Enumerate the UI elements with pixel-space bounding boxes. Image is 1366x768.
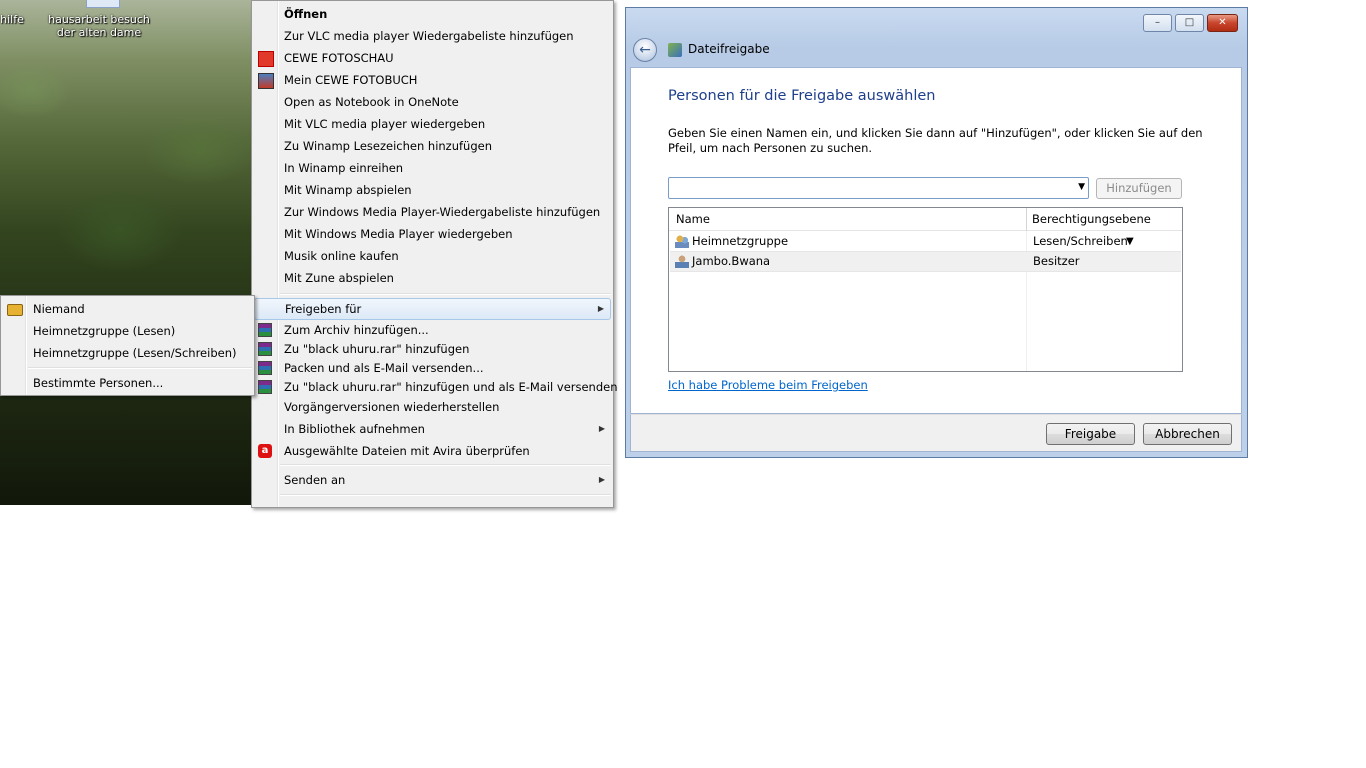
menu-item-wmp-play[interactable]: Mit Windows Media Player wiedergeben <box>254 223 611 245</box>
cewe-fotobuch-icon <box>258 73 274 89</box>
table-row-owner[interactable]: Jambo.Bwana Besitzer <box>670 251 1181 272</box>
row-permission[interactable]: Lesen/Schreiben <box>1033 232 1128 251</box>
menu-item-send-to[interactable]: Senden an ▶ <box>254 469 611 491</box>
menu-item-zune-play[interactable]: Mit Zune abspielen <box>254 267 611 289</box>
desktop-icon-label-hausarbeit[interactable]: hausarbeit besuch der alten dame <box>42 13 156 39</box>
menu-separator <box>280 293 611 295</box>
permissions-list: Name Berechtigungsebene Heimnetzgruppe L… <box>668 207 1183 372</box>
share-button[interactable]: Freigabe <box>1046 423 1135 445</box>
submenu-arrow-icon: ▶ <box>598 475 605 484</box>
column-header-permission[interactable]: Berechtigungsebene <box>1027 208 1182 231</box>
close-button[interactable]: ✕ <box>1207 14 1238 32</box>
dialog-instruction: Geben Sie einen Namen ein, und klicken S… <box>668 126 1203 155</box>
column-header-name[interactable]: Name <box>669 208 1026 231</box>
desktop-icon-label-hilfe[interactable]: hilfe <box>0 13 24 26</box>
menu-item-restore-versions[interactable]: Vorgängerversionen wiederherstellen <box>254 396 611 418</box>
menu-item-include-library[interactable]: In Bibliothek aufnehmen ▶ <box>254 418 611 440</box>
winrar-icon <box>258 323 272 337</box>
submenu-arrow-icon: ▶ <box>597 304 604 313</box>
menu-separator <box>280 494 611 496</box>
menu-item-wmp-playlist[interactable]: Zur Windows Media Player-Wiedergabeliste… <box>254 201 611 223</box>
menu-item-oeffnen[interactable]: Öffnen <box>254 3 611 25</box>
lock-icon <box>7 304 23 316</box>
permission-dropdown-arrow-icon[interactable]: ▼ <box>1126 232 1134 251</box>
person-name-input[interactable] <box>669 178 1077 198</box>
context-menu: Öffnen Zur VLC media player Wiedergabeli… <box>251 0 618 508</box>
menu-item-buy-music[interactable]: Musik online kaufen <box>254 245 611 267</box>
menu-item-cewe-fotobuch[interactable]: Mein CEWE FOTOBUCH <box>254 69 611 91</box>
menu-separator <box>280 464 611 466</box>
dialog-heading: Personen für die Freigabe auswählen <box>668 88 936 104</box>
desktop-background: hilfe hausarbeit besuch der alten dame <box>0 0 252 505</box>
sharing-help-link[interactable]: Ich habe Probleme beim Freigeben <box>668 378 868 392</box>
maximize-button[interactable]: □ <box>1175 14 1204 32</box>
homegroup-icon <box>675 235 689 248</box>
winrar-icon <box>258 361 272 375</box>
winrar-icon <box>258 380 272 394</box>
row-name: Jambo.Bwana <box>692 254 771 268</box>
dialog-footer: Freigabe Abbrechen <box>630 414 1242 452</box>
submenu-item-specific-people[interactable]: Bestimmte Personen... <box>3 372 252 394</box>
menu-item-winamp-play[interactable]: Mit Winamp abspielen <box>254 179 611 201</box>
user-icon <box>675 255 689 268</box>
minimize-button[interactable]: – <box>1143 14 1172 32</box>
submenu-item-homegroup-readwrite[interactable]: Heimnetzgruppe (Lesen/Schreiben) <box>3 342 252 364</box>
file-sharing-icon <box>668 43 682 57</box>
dialog-title: Dateifreigabe <box>688 42 770 56</box>
row-permission: Besitzer <box>1033 254 1080 268</box>
dialog-content: Personen für die Freigabe auswählen Gebe… <box>630 67 1242 414</box>
menu-item-avira-scan[interactable]: a Ausgewählte Dateien mit Avira überprüf… <box>254 440 611 462</box>
menu-item-share-with[interactable]: Freigeben für ▶ <box>254 298 611 320</box>
file-sharing-dialog: – □ ✕ ← Dateifreigabe Personen für die F… <box>625 7 1248 458</box>
submenu-item-nobody[interactable]: Niemand <box>3 298 252 320</box>
row-name: Heimnetzgruppe <box>692 234 789 248</box>
desktop-icon-image[interactable] <box>86 0 120 8</box>
menu-item-vlc-play[interactable]: Mit VLC media player wiedergeben <box>254 113 611 135</box>
menu-separator <box>28 367 252 369</box>
menu-item-onenote[interactable]: Open as Notebook in OneNote <box>254 91 611 113</box>
avira-icon: a <box>258 444 272 458</box>
submenu-arrow-icon: ▶ <box>598 424 605 433</box>
cancel-button[interactable]: Abbrechen <box>1143 423 1232 445</box>
share-submenu: Niemand Heimnetzgruppe (Lesen) Heimnetzg… <box>0 295 255 396</box>
menu-item-cewe-fotoschau[interactable]: CEWE FOTOSCHAU <box>254 47 611 69</box>
add-button[interactable]: Hinzufügen <box>1096 178 1182 199</box>
menu-item-winamp-enqueue[interactable]: In Winamp einreihen <box>254 157 611 179</box>
back-arrow-button[interactable]: ← <box>633 38 657 62</box>
menu-item-rar-add-email[interactable]: Zu "black uhuru.rar" hinzufügen und als … <box>254 376 618 398</box>
submenu-item-homegroup-read[interactable]: Heimnetzgruppe (Lesen) <box>3 320 252 342</box>
cewe-icon <box>258 51 274 67</box>
winrar-icon <box>258 342 272 356</box>
dropdown-arrow-icon[interactable]: ▼ <box>1078 182 1085 192</box>
menu-item-winamp-bookmark[interactable]: Zu Winamp Lesezeichen hinzufügen <box>254 135 611 157</box>
caption-buttons: – □ ✕ <box>1143 14 1238 32</box>
column-header-divider[interactable] <box>1026 208 1027 231</box>
person-name-combobox[interactable]: ▼ <box>668 177 1089 199</box>
table-row-homegroup[interactable]: Heimnetzgruppe Lesen/Schreiben ▼ <box>670 232 1181 251</box>
menu-item-vlc-playlist[interactable]: Zur VLC media player Wiedergabeliste hin… <box>254 25 611 47</box>
